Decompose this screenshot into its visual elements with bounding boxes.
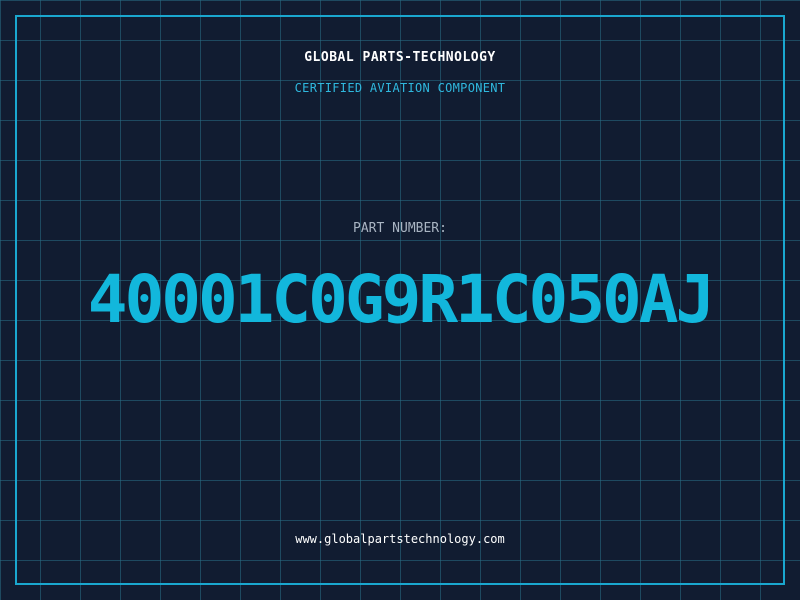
brand-title: GLOBAL PARTS-TECHNOLOGY xyxy=(304,50,496,65)
part-number-value: 40001C0G9R1C050AJ xyxy=(87,261,716,338)
website-url: www.globalpartstechnology.com xyxy=(295,532,505,546)
brand-subtitle: CERTIFIED AVIATION COMPONENT xyxy=(294,81,506,95)
part-number-label: PART NUMBER: xyxy=(353,221,447,236)
